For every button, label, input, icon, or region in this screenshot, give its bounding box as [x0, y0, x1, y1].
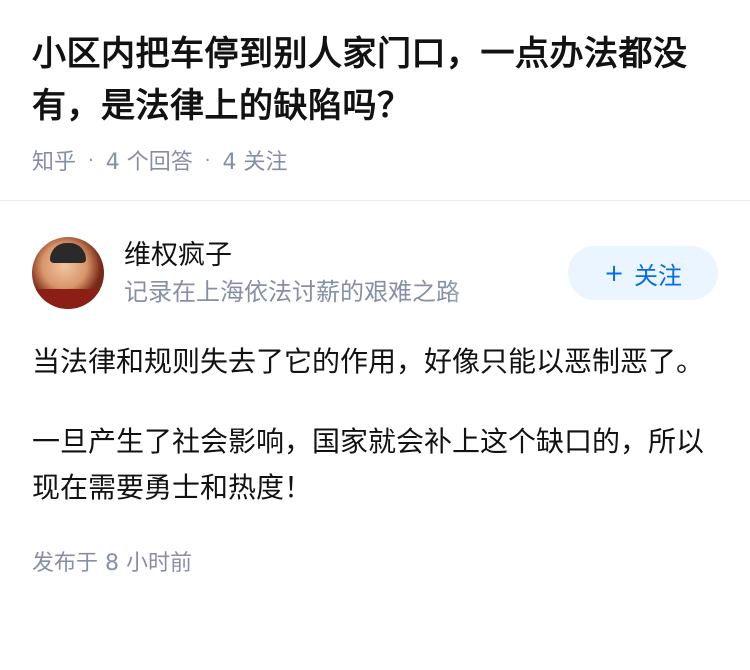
source-label[interactable]: 知乎 [32, 144, 76, 176]
avatar[interactable] [32, 237, 104, 309]
answer-paragraph: 一旦产生了社会影响，国家就会补上这个缺口的，所以现在需要勇士和热度！ [32, 425, 705, 504]
author-name[interactable]: 维权疯子 [124, 238, 568, 274]
separator-dot: · [204, 149, 211, 171]
follow-button-label: 关注 [634, 261, 683, 290]
author-bio: 记录在上海依法讨薪的艰难之路 [124, 278, 460, 306]
author-info: 维权疯子 记录在上海依法讨薪的艰难之路 [124, 238, 568, 308]
author-row: 维权疯子 记录在上海依法讨薪的艰难之路 + 关注 [32, 237, 718, 309]
question-meta: 知乎 · 4 个回答 · 4 关注 [32, 144, 718, 176]
question-title[interactable]: 小区内把车停到别人家门口，一点办法都没有，是法律上的缺陷吗？ [32, 28, 718, 132]
answer-paragraph: 当法律和规则失去了它的作用，好像只能以恶制恶了。 [32, 345, 705, 378]
separator-dot: · [88, 149, 94, 171]
follow-count: 4 关注 [222, 150, 288, 175]
answer-card: 维权疯子 记录在上海依法讨薪的艰难之路 + 关注 当法律和规则失去了它的作用，好… [0, 201, 750, 577]
answer-content: 当法律和规则失去了它的作用，好像只能以恶制恶了。 一旦产生了社会影响，国家就会补… [32, 339, 718, 511]
follow-button[interactable]: + 关注 [568, 246, 718, 300]
plus-icon: + [603, 259, 625, 287]
published-time: 发布于 8 小时前 [32, 551, 192, 576]
answer-count[interactable]: 4 个回答 [106, 144, 193, 176]
question-header: 小区内把车停到别人家门口，一点办法都没有，是法律上的缺陷吗？ 知乎 · 4 个回… [0, 0, 750, 200]
